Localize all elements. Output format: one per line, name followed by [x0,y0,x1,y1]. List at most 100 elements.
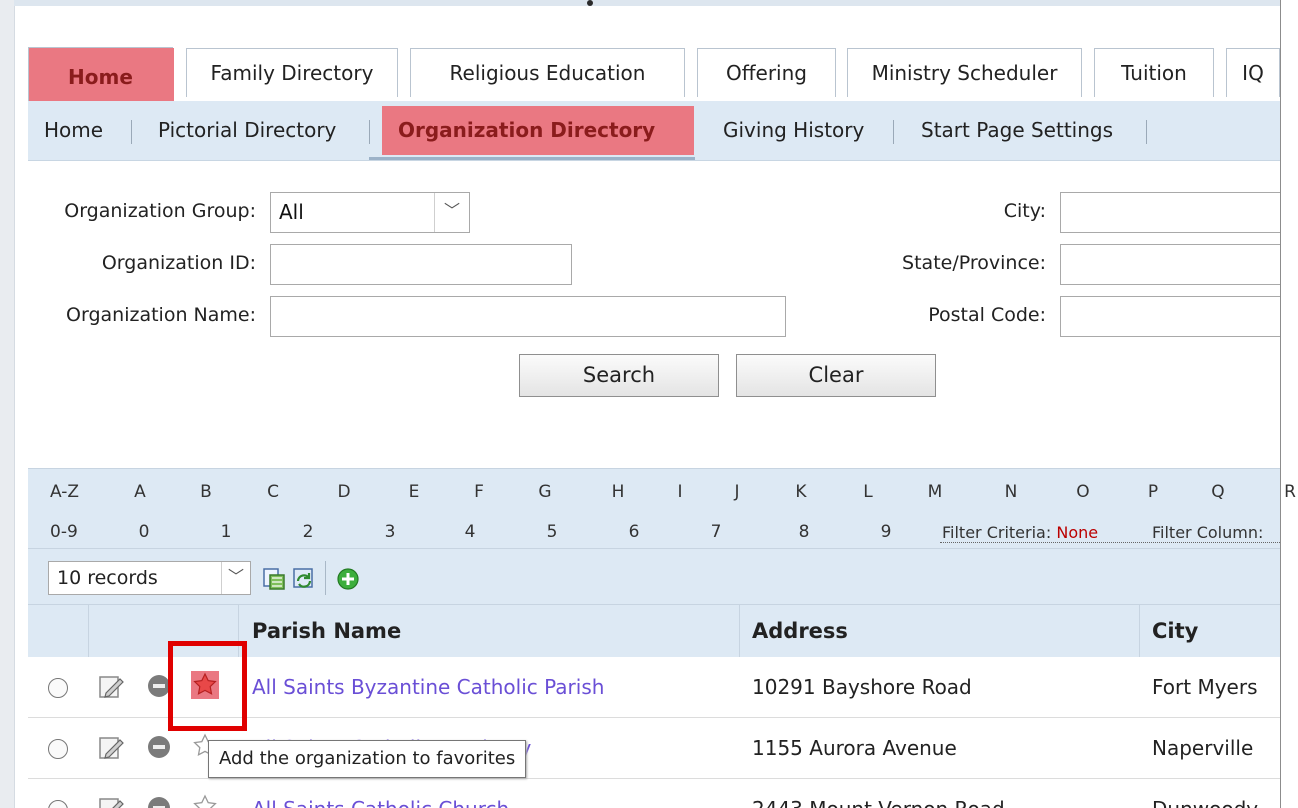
city-input[interactable] [1060,192,1280,233]
column-divider [88,605,89,658]
refresh-icon[interactable] [292,567,316,591]
alpha-d[interactable]: D [324,482,364,502]
tab-family-directory[interactable]: Family Directory [186,48,398,97]
alpha-k[interactable]: K [781,482,821,502]
divider [1146,120,1147,144]
tab-offering[interactable]: Offering [697,48,836,97]
grid-toolbar: 10 records ﹀ [28,548,1280,605]
alpha-c[interactable]: C [253,482,293,502]
tab-label: Tuition [1121,61,1187,85]
column-divider [1139,605,1140,658]
parish-name-link[interactable]: All Saints Byzantine Catholic Parish [252,657,604,717]
row-select-radio[interactable] [48,800,68,808]
alpha-q[interactable]: Q [1198,482,1238,502]
column-header-address[interactable]: Address [752,605,848,658]
tab-label: Family Directory [210,61,374,85]
remove-icon[interactable] [148,797,170,808]
edit-icon[interactable] [98,795,124,808]
city-cell: Fort Myers [1152,675,1258,699]
column-divider [739,605,740,658]
address-cell: 1155 Aurora Avenue [752,736,957,760]
column-header-parish-name[interactable]: Parish Name [252,605,401,658]
add-icon[interactable] [336,567,360,591]
edit-icon[interactable] [98,673,124,699]
alpha-filter: A-Z A B C D E F G H I J K L M N O P Q R … [28,468,1296,549]
tab-label: Offering [726,61,807,85]
alpha-6[interactable]: 6 [614,522,654,542]
subnav-organization-directory[interactable]: Organization Directory [398,101,655,160]
remove-icon[interactable] [148,675,170,697]
alpha-a[interactable]: A [120,482,160,502]
top-dot [587,0,593,6]
main-tabs: Home Family Directory Religious Educatio… [28,47,1280,106]
tab-ministry-scheduler[interactable]: Ministry Scheduler [847,48,1082,97]
alpha-9[interactable]: 9 [866,522,906,542]
tab-label: Religious Education [449,61,646,85]
divider [325,561,326,595]
city-cell: Dunwoody [1152,779,1258,808]
alpha-a-z[interactable]: A-Z [50,482,79,502]
tab-iq[interactable]: IQ [1226,48,1280,97]
annotation-highlight-box [168,641,247,731]
filter-criteria-label: Filter Criteria: [942,523,1052,542]
city-label: City: [1003,200,1046,222]
org-group-label: Organization Group: [64,200,256,222]
subnav-start-page-settings[interactable]: Start Page Settings [921,101,1113,160]
tab-religious-education[interactable]: Religious Education [410,48,685,97]
alpha-j[interactable]: J [717,482,757,502]
favorite-star-outline-icon[interactable] [191,793,219,808]
records-per-page-select[interactable]: 10 records ﹀ [48,561,251,595]
org-name-input[interactable] [270,296,786,337]
right-border [1280,0,1281,808]
alpha-4[interactable]: 4 [450,522,490,542]
table-row: All Saints Catholic Church 2443 Mount Ve… [28,779,1280,808]
filter-criteria-value: None [1056,523,1099,542]
alpha-i[interactable]: I [660,482,700,502]
alpha-e[interactable]: E [394,482,434,502]
alpha-m[interactable]: M [915,482,955,502]
search-button[interactable]: Search [519,354,719,397]
alpha-0[interactable]: 0 [124,522,164,542]
tab-home[interactable]: Home [28,47,174,106]
remove-icon[interactable] [148,736,170,758]
export-excel-icon[interactable] [262,567,286,591]
column-header-city[interactable]: City [1152,605,1198,658]
alpha-b[interactable]: B [186,482,226,502]
chevron-down-icon[interactable]: ﹀ [221,562,250,594]
tab-label: IQ [1242,61,1264,85]
alpha-7[interactable]: 7 [696,522,736,542]
edit-icon[interactable] [98,734,124,760]
chevron-down-icon[interactable]: ﹀ [434,193,469,232]
subnav-home[interactable]: Home [44,101,103,160]
parish-name-link[interactable]: All Saints Catholic Church [252,779,509,808]
org-id-input[interactable] [270,244,572,285]
org-group-select[interactable]: All ﹀ [270,192,470,233]
alpha-g[interactable]: G [525,482,565,502]
alpha-n[interactable]: N [991,482,1031,502]
subnav-giving-history[interactable]: Giving History [723,101,864,160]
alpha-2[interactable]: 2 [288,522,328,542]
postal-input[interactable] [1060,296,1280,337]
alpha-o[interactable]: O [1063,482,1103,502]
tab-tuition[interactable]: Tuition [1094,48,1214,97]
alpha-l[interactable]: L [848,482,888,502]
row-select-radio[interactable] [48,739,68,759]
alpha-r[interactable]: R [1270,482,1298,502]
row-select-radio[interactable] [48,678,68,698]
alpha-p[interactable]: P [1133,482,1173,502]
city-cell: Naperville [1152,736,1254,760]
alpha-3[interactable]: 3 [370,522,410,542]
state-input[interactable] [1060,244,1280,285]
alpha-1[interactable]: 1 [206,522,246,542]
alpha-h[interactable]: H [598,482,638,502]
divider [131,120,132,144]
clear-button[interactable]: Clear [736,354,936,397]
sub-nav: Home Pictorial Directory Organization Di… [28,101,1280,161]
tooltip: Add the organization to favorites [208,740,527,778]
filter-criteria: Filter Criteria: None [942,523,1098,542]
alpha-8[interactable]: 8 [784,522,824,542]
subnav-pictorial-directory[interactable]: Pictorial Directory [158,101,336,160]
alpha-5[interactable]: 5 [532,522,572,542]
alpha-f[interactable]: F [459,482,499,502]
alpha-0-9[interactable]: 0-9 [50,522,78,542]
